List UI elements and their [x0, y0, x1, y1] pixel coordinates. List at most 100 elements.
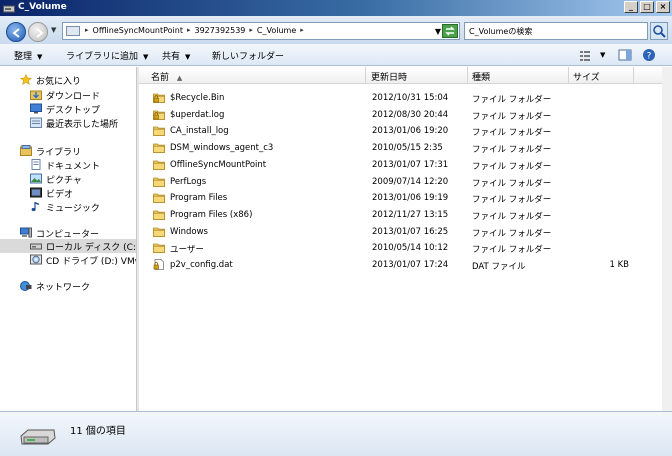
search-button[interactable] — [650, 22, 668, 40]
column-divider[interactable] — [467, 67, 468, 84]
sidebar-item-pictures[interactable]: ピクチャ — [0, 172, 136, 186]
column-header-name[interactable]: 名前 ▲ — [151, 70, 182, 83]
sidebar-item-desktop[interactable]: デスクトップ — [0, 102, 136, 116]
sidebar-item-downloads[interactable]: ダウンロード — [0, 88, 136, 102]
svg-text:?: ? — [647, 52, 652, 62]
breadcrumb-chevron-icon[interactable]: ▸ — [85, 26, 89, 35]
file-row[interactable]: Program Files (x86) 2012/11/27 13:15 ファイル … — [139, 207, 672, 223]
file-row[interactable]: PerfLogs 2009/07/14 12:20 ファイル フォルダー — [139, 174, 672, 190]
sidebar-item-label: ドキュメント — [46, 162, 101, 172]
folder-icon — [153, 160, 165, 170]
help-icon[interactable]: ? — [642, 48, 656, 62]
view-options-icon[interactable] — [578, 48, 592, 62]
details-pane: 11 個の項目 — [0, 411, 672, 456]
sidebar-libraries[interactable]: ライブラリ — [0, 144, 136, 158]
new-folder-button[interactable]: 新しいフォルダー — [212, 49, 284, 62]
file-type: ファイル フォルダー — [472, 128, 552, 139]
file-name: PerfLogs — [170, 176, 207, 187]
sidebar-favorites-label: お気に入り — [36, 77, 82, 87]
breadcrumb-item[interactable]: OfflineSyncMountPoint — [93, 26, 183, 35]
include-library-button[interactable]: ライブラリに追加 ▼ — [66, 49, 148, 62]
sidebar-computer[interactable]: コンピューター — [0, 226, 136, 240]
column-divider[interactable] — [365, 67, 366, 84]
file-name: CA_install_log — [170, 126, 229, 137]
sidebar-item-cd-drive-d[interactable]: CD ドライブ (D:) VMw — [0, 253, 136, 267]
sidebar-item-label: ミュージック — [46, 204, 100, 214]
back-button[interactable] — [6, 22, 26, 42]
address-bar[interactable]: ▸ OfflineSyncMountPoint ▸ 3927392539 ▸ C… — [62, 22, 460, 40]
file-row[interactable]: CA_install_log 2013/01/06 19:20 ファイル フォルダー — [139, 123, 672, 139]
folder-icon — [153, 143, 165, 153]
sidebar-favorites[interactable]: お気に入り — [0, 73, 136, 87]
file-row[interactable]: Windows 2013/01/07 16:25 ファイル フォルダー — [139, 224, 672, 240]
library-icon — [20, 145, 32, 156]
locked-folder-icon — [153, 110, 165, 120]
file-type: ファイル フォルダー — [472, 245, 552, 256]
share-button[interactable]: 共有 ▼ — [162, 49, 190, 62]
address-dropdown-icon[interactable]: ▼ — [435, 27, 441, 36]
file-type: ファイル フォルダー — [472, 95, 552, 105]
folder-icon — [153, 126, 165, 137]
breadcrumb-item[interactable]: 3927392539 — [195, 26, 246, 35]
videos-icon — [30, 187, 42, 198]
file-type: ファイル フォルダー — [472, 228, 552, 239]
column-divider[interactable] — [568, 67, 569, 84]
file-row[interactable]: $uperdat.log 2012/08/30 20:44 ファイル フォルダー — [139, 107, 672, 123]
search-placeholder: C_Volumeの検索 — [469, 27, 533, 36]
file-date: 2010/05/15 2:35 — [372, 143, 443, 154]
sidebar-item-recent-places[interactable]: 最近表示した場所 — [0, 116, 136, 130]
breadcrumb-item[interactable]: C_Volume — [257, 26, 296, 35]
file-name: Program Files (x86) — [170, 209, 253, 220]
recent-pages-dropdown[interactable]: ▼ — [51, 26, 56, 34]
breadcrumb-chevron-icon[interactable]: ▸ — [187, 26, 191, 35]
file-date: 2012/10/31 15:04 — [372, 93, 449, 103]
file-date: 2010/05/14 10:12 — [372, 243, 449, 254]
file-size: 1 KB — [609, 260, 629, 270]
forward-button[interactable] — [28, 22, 48, 42]
search-input[interactable]: C_Volumeの検索 — [464, 22, 648, 40]
sidebar-item-label: デスクトップ — [46, 106, 101, 116]
file-row[interactable]: DSM_windows_agent_c3 2010/05/15 2:35 ファイル … — [139, 140, 672, 156]
breadcrumb-chevron-icon[interactable]: ▸ — [300, 26, 304, 35]
sidebar-item-label: ローカル ディスク (C:) — [46, 243, 136, 253]
minimize-button[interactable]: _ — [624, 1, 638, 13]
close-button[interactable]: × — [656, 1, 670, 13]
chevron-down-icon: ▼ — [143, 53, 149, 61]
file-row[interactable]: p2v_config.dat 2013/01/07 17:24 DAT ファイル 1 … — [139, 257, 672, 273]
sidebar-item-music[interactable]: ミュージック — [0, 200, 136, 214]
file-date: 2013/01/07 17:31 — [372, 159, 449, 170]
file-row[interactable]: $Recycle.Bin 2012/10/31 15:04 ファイル フォルダー — [139, 90, 672, 106]
include-library-label: ライブラリに追加 — [66, 52, 139, 62]
file-row[interactable]: Program Files 2013/01/06 19:19 ファイル フォルダー — [139, 190, 672, 206]
column-divider[interactable] — [633, 67, 634, 84]
folder-icon — [153, 193, 165, 204]
file-type: ファイル フォルダー — [472, 178, 552, 189]
view-dropdown-icon[interactable]: ▼ — [600, 51, 605, 65]
window-title: C_Volume — [18, 2, 67, 12]
drive-icon — [20, 429, 56, 445]
column-header-size[interactable]: サイズ — [573, 70, 600, 83]
sidebar-item-documents[interactable]: ドキュメント — [0, 158, 136, 172]
file-type: ファイル フォルダー — [472, 145, 552, 156]
drive-icon — [3, 5, 15, 13]
column-header-type[interactable]: 種類 — [472, 70, 490, 83]
column-header-date[interactable]: 更新日時 — [371, 70, 407, 83]
sidebar-network-label: ネットワーク — [36, 283, 91, 293]
drive-icon — [30, 243, 42, 250]
breadcrumb-chevron-icon[interactable]: ▸ — [249, 26, 253, 35]
sidebar-item-local-disk-c[interactable]: ローカル ディスク (C:) — [0, 239, 136, 253]
refresh-button[interactable] — [442, 24, 458, 38]
locked-file-icon — [153, 259, 164, 270]
folder-icon — [153, 243, 165, 254]
organize-button[interactable]: 整理 ▼ — [14, 49, 42, 62]
address-row: ▼ ▸ OfflineSyncMountPoint ▸ 3927392539 ▸… — [0, 16, 672, 44]
maximize-button[interactable]: □ — [640, 1, 654, 13]
sidebar-item-videos[interactable]: ビデオ — [0, 186, 136, 200]
preview-pane-icon[interactable] — [618, 48, 632, 62]
column-header-label: 名前 — [151, 73, 170, 83]
file-date: 2009/07/14 12:20 — [372, 176, 449, 187]
sidebar-network[interactable]: ネットワーク — [0, 279, 136, 293]
file-row[interactable]: OfflineSyncMountPoint 2013/01/07 17:31 ファイ… — [139, 157, 672, 173]
file-row[interactable]: ユーザー 2010/05/14 10:12 ファイル フォルダー — [139, 240, 672, 256]
vertical-scrollbar[interactable] — [662, 67, 672, 411]
